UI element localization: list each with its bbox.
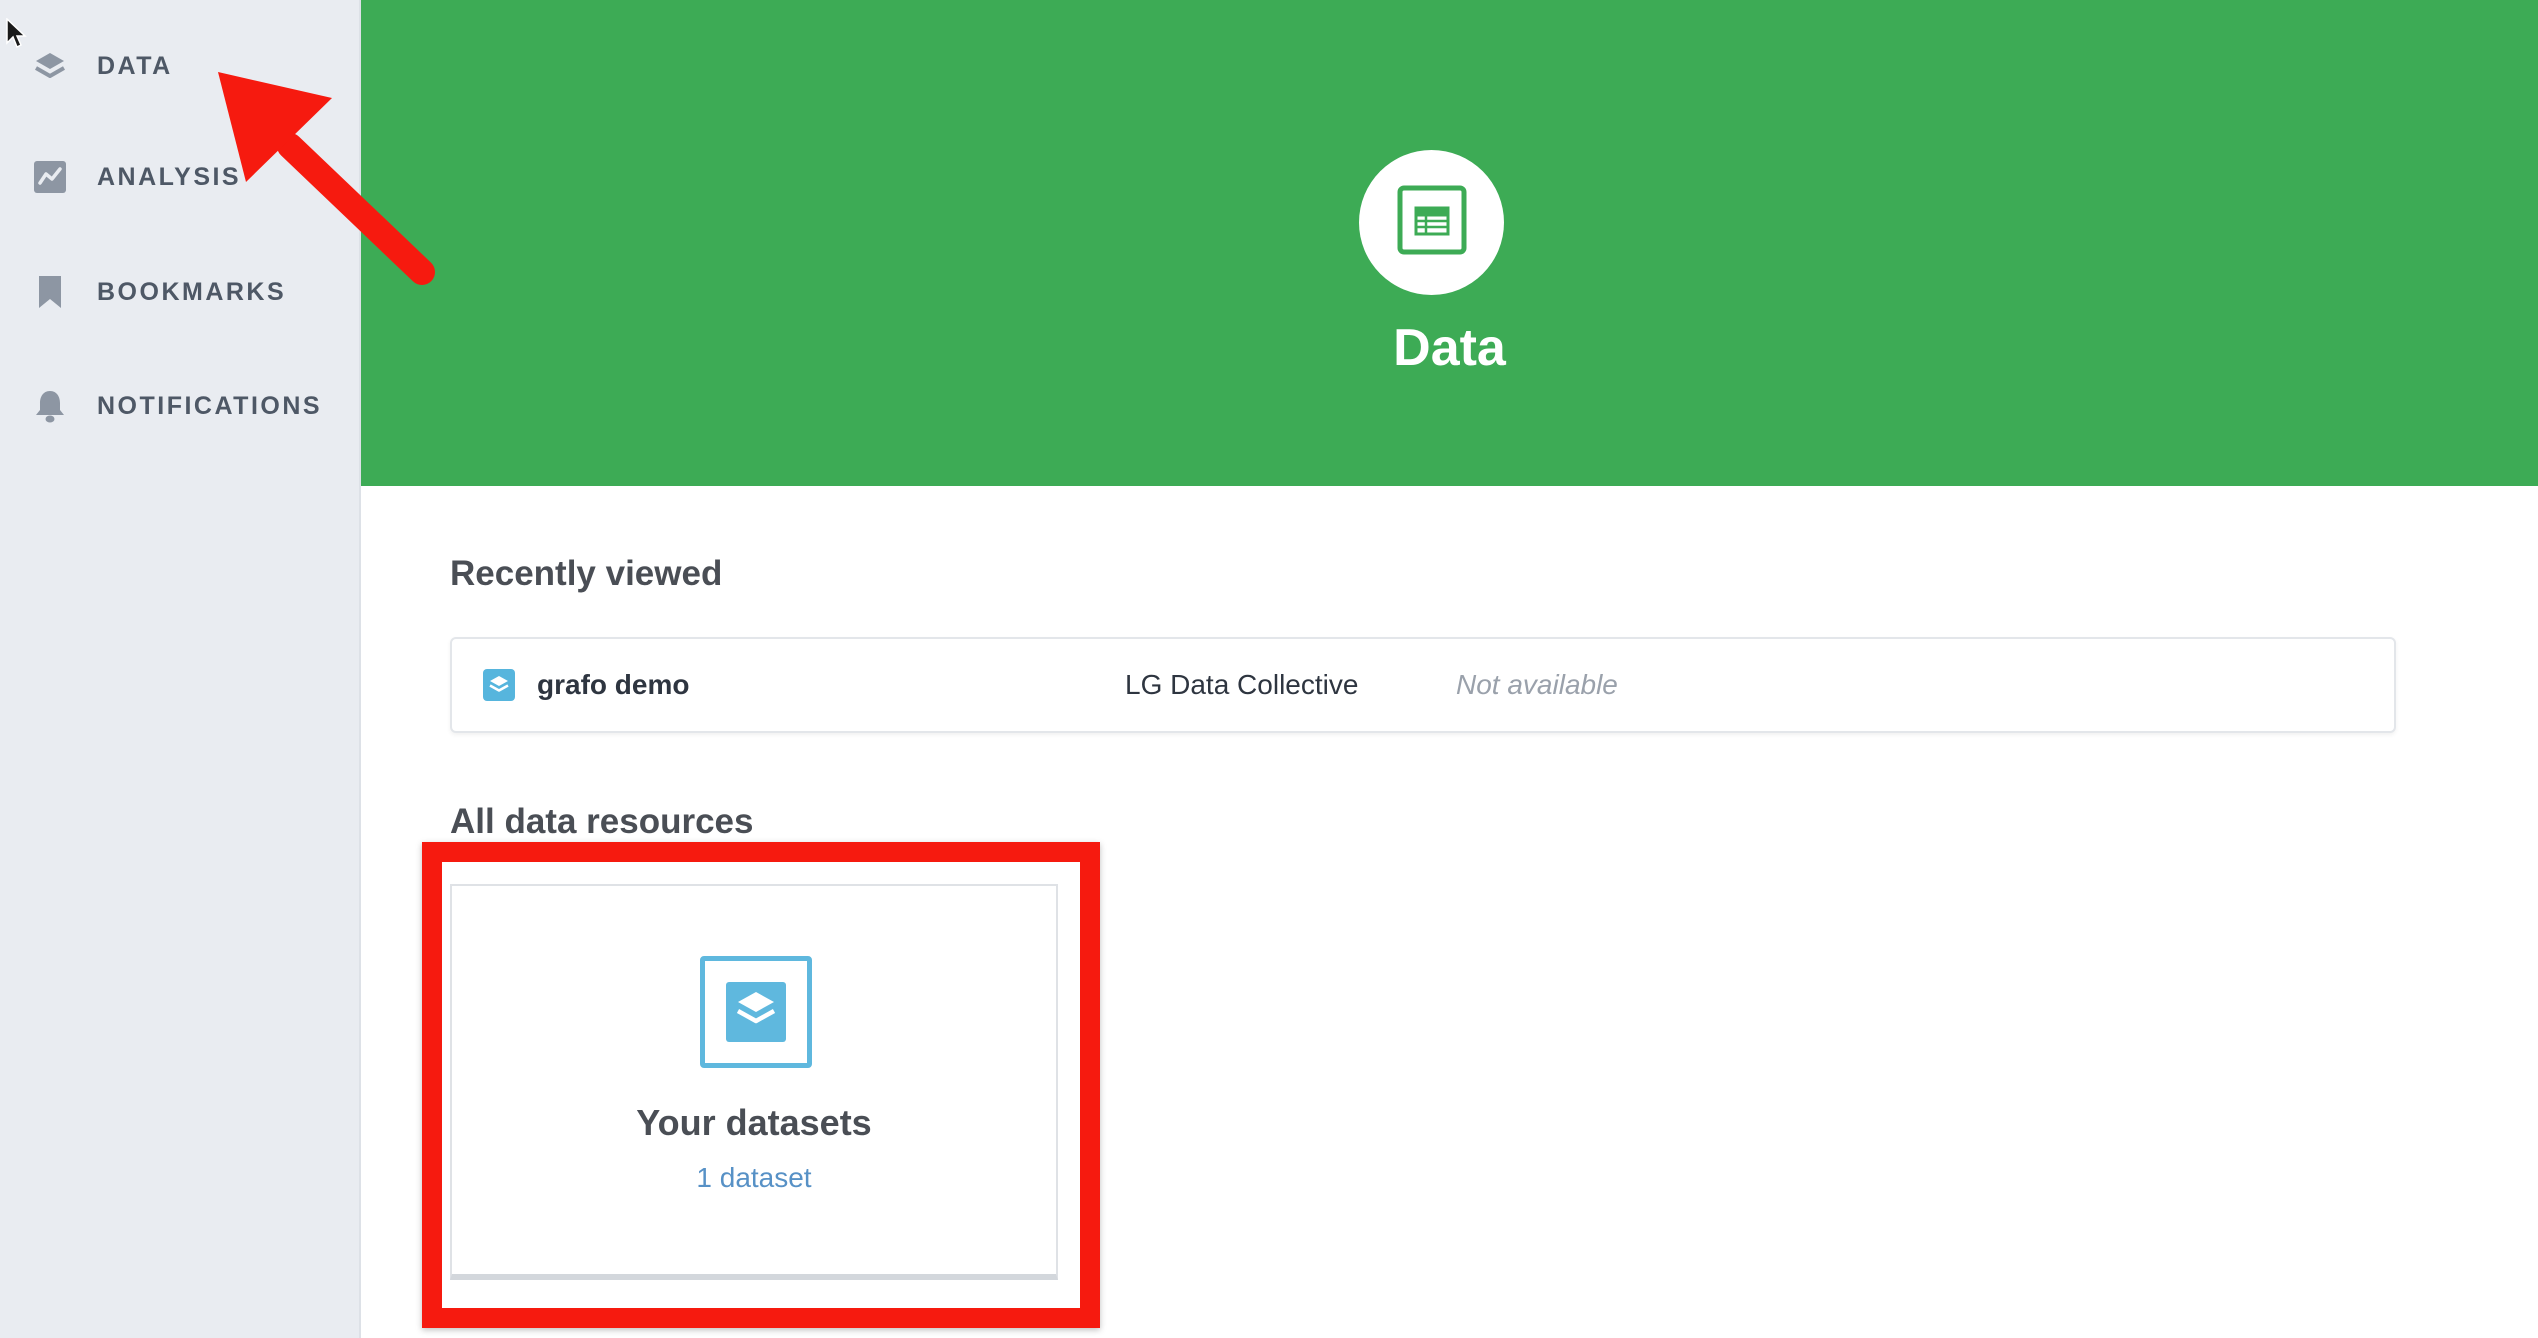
layers-icon (32, 48, 68, 84)
app-root: DATA ANALYSIS BOOKMARKS NOTIFICATIONS Da… (0, 0, 2538, 1338)
recent-item-row[interactable]: grafo demo LG Data Collective Not availa… (450, 637, 2396, 733)
table-icon (1396, 184, 1468, 261)
mouse-cursor-icon (6, 18, 27, 49)
sidebar-item-notifications[interactable]: NOTIFICATIONS (0, 366, 359, 446)
your-datasets-card[interactable]: Your datasets 1 dataset (450, 884, 1058, 1280)
chart-line-icon (32, 159, 68, 195)
page-title: Data (1393, 319, 1506, 377)
sidebar-item-label: DATA (97, 51, 173, 80)
all-resources-heading: All data resources (450, 802, 754, 841)
sidebar-item-label: NOTIFICATIONS (97, 391, 323, 420)
page-header: Data (361, 0, 2538, 486)
bookmark-icon (32, 274, 68, 310)
recent-item-status: Not available (1456, 669, 1618, 700)
dataset-layers-icon (700, 956, 812, 1068)
recent-item-name[interactable]: grafo demo (537, 669, 689, 701)
recent-item-collection: LG Data Collective (1125, 669, 1359, 700)
dataset-icon (483, 669, 515, 701)
bell-icon (32, 388, 68, 424)
card-title: Your datasets (636, 1102, 872, 1143)
annotation-arrow (218, 72, 435, 285)
card-count-link[interactable]: 1 dataset (452, 1162, 1056, 1194)
recently-viewed-heading: Recently viewed (450, 554, 723, 593)
header-icon-circle (1359, 150, 1504, 295)
